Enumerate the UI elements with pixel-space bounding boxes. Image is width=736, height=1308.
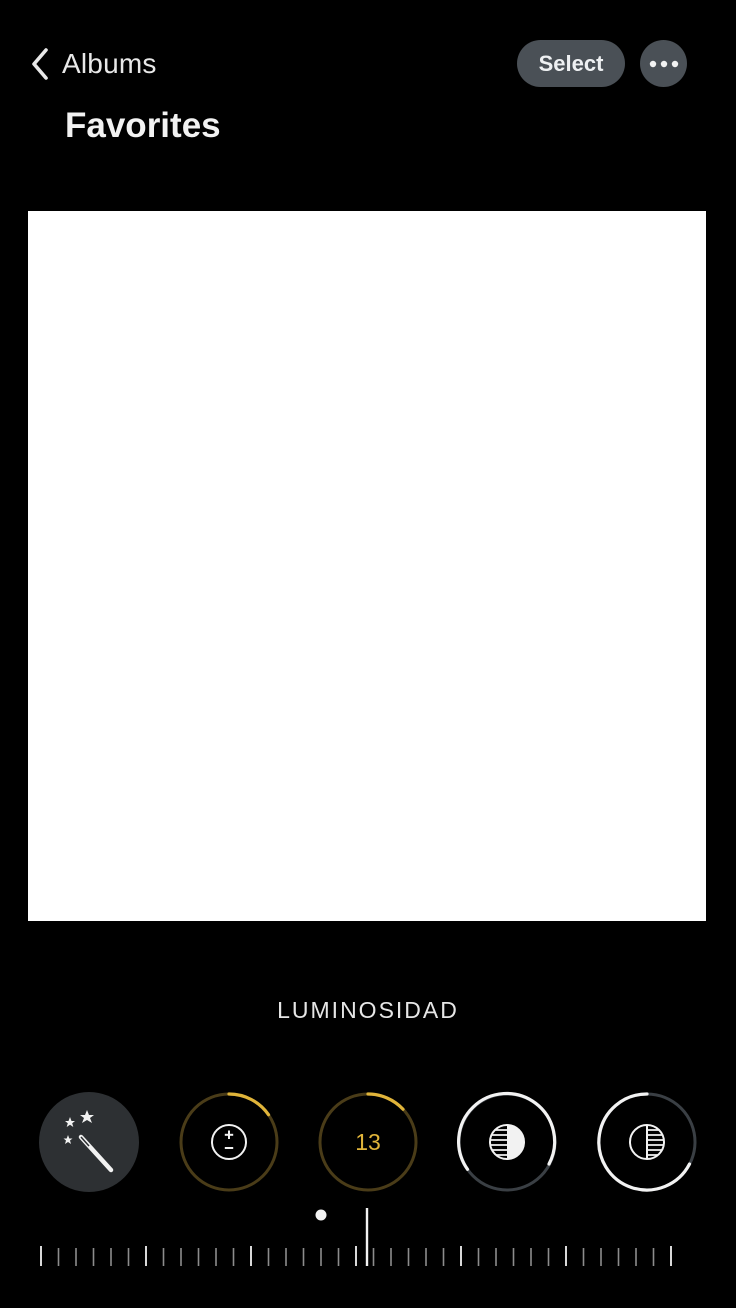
photo-preview[interactable] [28,211,706,921]
brilliance-button[interactable]: 13 [316,1090,420,1194]
more-button[interactable] [640,40,687,87]
highlights-button[interactable] [455,1090,559,1194]
highlights-icon [489,1124,525,1160]
adjustment-name: LUMINOSIDAD [277,997,459,1023]
adjustment-slider[interactable] [0,1200,736,1280]
auto-enhance-button[interactable] [37,1090,141,1194]
select-button[interactable]: Select [517,40,625,87]
adjustment-tools: 13 [0,1090,736,1194]
back-label: Albums [62,48,157,79]
shadows-icon [629,1124,665,1160]
back-button[interactable]: Albums [30,44,157,84]
exposure-plus-minus-icon [211,1124,247,1160]
ellipsis-icon [649,60,678,67]
slider-zero-dot [315,1209,327,1221]
page-title: Favorites [65,106,221,145]
shadows-button[interactable] [595,1090,699,1194]
exposure-button[interactable] [177,1090,281,1194]
brilliance-value: 13 [355,1128,381,1155]
chevron-left-icon [32,48,48,80]
